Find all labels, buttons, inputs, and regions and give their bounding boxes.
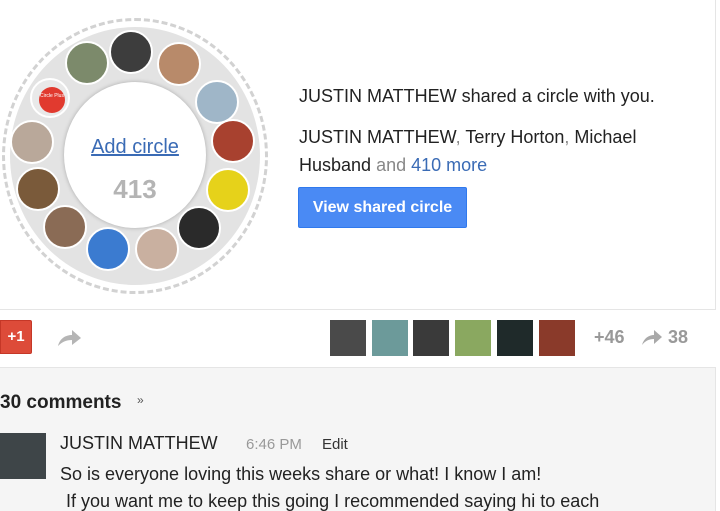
avatar-bald-man[interactable] [157,42,201,86]
reshare-icon [642,330,662,345]
avatar-man-sky[interactable] [195,80,239,124]
shared-circle-graphic[interactable]: Circle Plus Add circle 413 [2,18,268,294]
share-icon[interactable] [56,328,82,348]
avatar-woman-glasses[interactable] [43,205,87,249]
sharer-avatar[interactable] [497,320,533,356]
avatar-yellow-face[interactable] [206,168,250,212]
comment-author-avatar[interactable] [0,433,46,479]
shared-circle-card: Circle Plus Add circle 413 JUSTIN MATTHE… [0,0,716,310]
view-shared-circle-button[interactable]: View shared circle [298,187,467,228]
sharer-avatar[interactable] [330,320,366,356]
circle-plus-avatar[interactable]: Circle Plus [30,78,70,118]
sharer-avatar[interactable] [413,320,449,356]
and-text: and [376,155,407,175]
reshare-count[interactable]: 38 [668,327,688,348]
comments-count[interactable]: 30 comments [0,392,121,414]
person-name[interactable]: Terry Horton [465,127,564,147]
sharer-avatar[interactable] [455,320,491,356]
avatar-red-face[interactable] [211,119,255,163]
avatar-man-colorful[interactable] [16,167,60,211]
person-name[interactable]: JUSTIN MATTHEW [299,127,456,147]
share-message: JUSTIN MATTHEW shared a circle with you. [299,86,655,106]
comments-section: 30 comments » JUSTIN MATTHEW 6:46 PM Edi… [0,367,716,511]
collapse-chevron-icon[interactable]: » [137,393,144,407]
sharer-avatar[interactable] [372,320,408,356]
add-circle-link[interactable]: Add circle [64,136,206,159]
plus-ones-count[interactable]: +46 [594,327,625,348]
avatar-man-sunglasses[interactable] [109,30,153,74]
avatar-blue-art[interactable] [86,227,130,271]
avatar-old-man[interactable] [135,227,179,271]
comment-author-name[interactable]: JUSTIN MATTHEW [60,433,218,454]
divider [0,309,716,310]
comment-text-line: If you want me to keep this going I reco… [66,491,600,511]
plus-one-button[interactable]: +1 [0,320,32,354]
separator: , [455,127,461,147]
avatar-man-tree[interactable] [65,41,109,85]
avatar-woman-portrait[interactable] [10,120,54,164]
circle-member-count: 413 [113,174,157,204]
avatar-dark-hair[interactable] [177,206,221,250]
separator: , [564,127,570,147]
circle-center: Add circle 413 [64,82,206,228]
more-people-link[interactable]: 410 more [411,155,487,175]
circle-people-list: JUSTIN MATTHEW, Terry Horton, Michael Hu… [299,123,699,179]
comment-text-line: So is everyone loving this weeks share o… [60,464,542,484]
sharer-avatar[interactable] [539,320,575,356]
circle-plus-badge: Circle Plus [39,87,65,113]
comment-edit-link[interactable]: Edit [322,436,348,453]
comment-timestamp: 6:46 PM [246,436,302,453]
